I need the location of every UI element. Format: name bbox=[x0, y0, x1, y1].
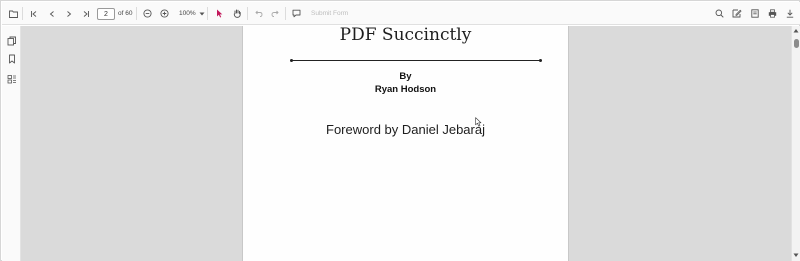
print-button[interactable] bbox=[766, 2, 778, 25]
page-thumbnails-icon bbox=[7, 36, 16, 46]
document-viewer[interactable]: PDF Succinctly By Ryan Hodson Foreword b… bbox=[21, 26, 791, 261]
navigation-sidebar bbox=[2, 26, 21, 261]
bookmark-icon bbox=[9, 54, 15, 64]
open-file-button[interactable] bbox=[7, 2, 19, 25]
scroll-up-arrow-icon[interactable] bbox=[793, 28, 799, 33]
pdf-viewer: of 60 100% bbox=[0, 0, 800, 261]
toolbar-divider bbox=[247, 7, 248, 20]
zoom-out-button[interactable] bbox=[141, 2, 153, 25]
title-divider bbox=[291, 60, 541, 61]
zoom-in-button[interactable] bbox=[158, 2, 170, 25]
toolbar-divider bbox=[207, 7, 208, 20]
scrollbar-thumb[interactable] bbox=[794, 39, 799, 48]
document-title: PDF Succinctly bbox=[339, 26, 472, 45]
folder-open-icon bbox=[8, 10, 18, 18]
pointer-icon bbox=[216, 9, 222, 18]
last-page-icon bbox=[83, 10, 89, 17]
current-page-input[interactable] bbox=[97, 8, 115, 20]
previous-page-button[interactable] bbox=[46, 2, 58, 25]
selection-tool-button[interactable] bbox=[213, 2, 225, 25]
toolbar-divider bbox=[136, 7, 137, 20]
add-comment-button[interactable] bbox=[290, 2, 302, 25]
next-page-button[interactable] bbox=[63, 2, 75, 25]
pdf-page: PDF Succinctly By Ryan Hodson Foreword b… bbox=[242, 26, 569, 261]
undo-icon bbox=[254, 10, 262, 17]
zoom-out-icon bbox=[142, 9, 152, 18]
chevron-left-icon bbox=[49, 10, 54, 17]
redo-icon bbox=[271, 10, 279, 17]
author-name: Ryan Hodson bbox=[374, 84, 437, 95]
toolbar-divider bbox=[22, 7, 23, 20]
main-toolbar: of 60 100% bbox=[2, 2, 800, 25]
zoom-in-icon bbox=[159, 9, 169, 18]
scroll-down-arrow-icon[interactable] bbox=[793, 253, 799, 258]
redo-button[interactable] bbox=[269, 2, 281, 25]
hand-icon bbox=[233, 9, 241, 18]
title-divider-endpoint bbox=[539, 59, 542, 62]
byline-label: By bbox=[399, 71, 412, 82]
form-icon bbox=[751, 9, 759, 18]
zoom-level-label: 100% bbox=[179, 10, 196, 17]
edit-annotation-button[interactable] bbox=[731, 2, 743, 25]
caret-down-icon bbox=[199, 12, 205, 16]
comment-icon bbox=[292, 9, 300, 18]
download-button[interactable] bbox=[784, 2, 796, 25]
bookmarks-button[interactable] bbox=[7, 51, 17, 64]
foreword-line: Foreword by Daniel Jebaraj bbox=[326, 122, 485, 137]
title-divider-endpoint bbox=[290, 59, 293, 62]
search-icon bbox=[715, 9, 724, 18]
print-icon bbox=[768, 9, 776, 18]
undo-button[interactable] bbox=[252, 2, 264, 25]
first-page-button[interactable] bbox=[28, 2, 40, 25]
page-count-label: of 60 bbox=[118, 10, 133, 17]
submit-form-button[interactable]: Submit Form bbox=[311, 8, 348, 20]
form-designer-button[interactable] bbox=[749, 2, 761, 25]
zoom-dropdown[interactable]: 100% bbox=[179, 8, 205, 20]
last-page-button[interactable] bbox=[80, 2, 92, 25]
organize-pages-button[interactable] bbox=[7, 71, 17, 84]
toolbar-divider bbox=[285, 7, 286, 20]
pan-tool-button[interactable] bbox=[231, 2, 243, 25]
first-page-icon bbox=[31, 10, 37, 17]
download-icon bbox=[786, 9, 794, 18]
chevron-right-icon bbox=[67, 10, 72, 17]
page-thumbnails-button[interactable] bbox=[7, 33, 17, 46]
organize-pages-icon bbox=[7, 75, 16, 84]
vertical-scrollbar[interactable] bbox=[791, 26, 800, 261]
search-button[interactable] bbox=[713, 2, 725, 25]
mouse-cursor-icon bbox=[475, 117, 482, 127]
edit-annotation-icon bbox=[732, 9, 742, 18]
